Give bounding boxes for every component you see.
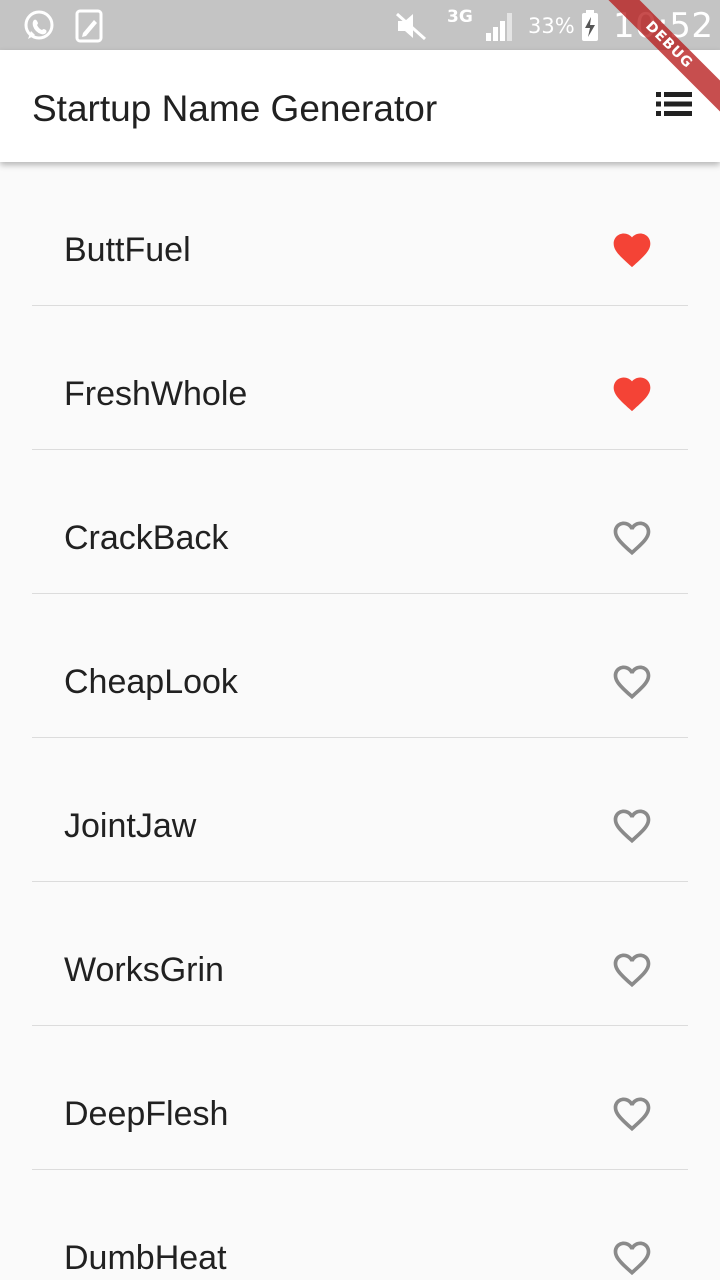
favorite-outline-icon[interactable]	[610, 1094, 654, 1134]
startup-name-label: CrackBack	[64, 519, 229, 557]
list-item[interactable]: ButtFuel	[0, 162, 720, 306]
startup-name-label: JointJaw	[64, 807, 197, 845]
battery-charging-icon	[580, 9, 600, 43]
battery-percent: 33%	[528, 14, 575, 38]
name-list: ButtFuel FreshWhole CrackBack CheapLook Join…	[0, 162, 720, 1280]
page-title: Startup Name Generator	[32, 88, 438, 129]
signal-icon	[484, 9, 518, 43]
startup-name-label: DumbHeat	[64, 1239, 227, 1277]
favorite-outline-icon[interactable]	[610, 950, 654, 990]
network-type: 3G	[447, 7, 473, 27]
list-item[interactable]: JointJaw	[0, 738, 720, 882]
saved-list-button[interactable]	[654, 88, 694, 124]
startup-name-label: ButtFuel	[64, 231, 191, 269]
clock: 10:52	[613, 6, 714, 46]
list-item[interactable]: CheapLook	[0, 594, 720, 738]
app-bar: Startup Name Generator	[0, 50, 720, 162]
startup-name-label: WorksGrin	[64, 951, 224, 989]
list-item[interactable]: CrackBack	[0, 450, 720, 594]
startup-name-label: FreshWhole	[64, 375, 248, 413]
favorite-filled-icon[interactable]	[610, 230, 654, 270]
favorite-outline-icon[interactable]	[610, 1238, 654, 1278]
mute-icon	[394, 9, 428, 43]
app-screen: 3G 33% 10:52 DEBUG Startup Name Generato…	[0, 0, 720, 1280]
list-icon	[656, 91, 692, 122]
list-item[interactable]: FreshWhole	[0, 306, 720, 450]
favorite-filled-icon[interactable]	[610, 374, 654, 414]
list-item[interactable]: WorksGrin	[0, 882, 720, 1026]
notes-icon	[74, 9, 104, 43]
startup-name-label: DeepFlesh	[64, 1095, 229, 1133]
favorite-outline-icon[interactable]	[610, 518, 654, 558]
list-item[interactable]: DumbHeat	[0, 1170, 720, 1280]
whatsapp-icon	[22, 9, 56, 43]
startup-name-label: CheapLook	[64, 663, 238, 701]
list-item[interactable]: DeepFlesh	[0, 1026, 720, 1170]
favorite-outline-icon[interactable]	[610, 662, 654, 702]
status-bar: 3G 33% 10:52	[0, 0, 720, 50]
favorite-outline-icon[interactable]	[610, 806, 654, 846]
